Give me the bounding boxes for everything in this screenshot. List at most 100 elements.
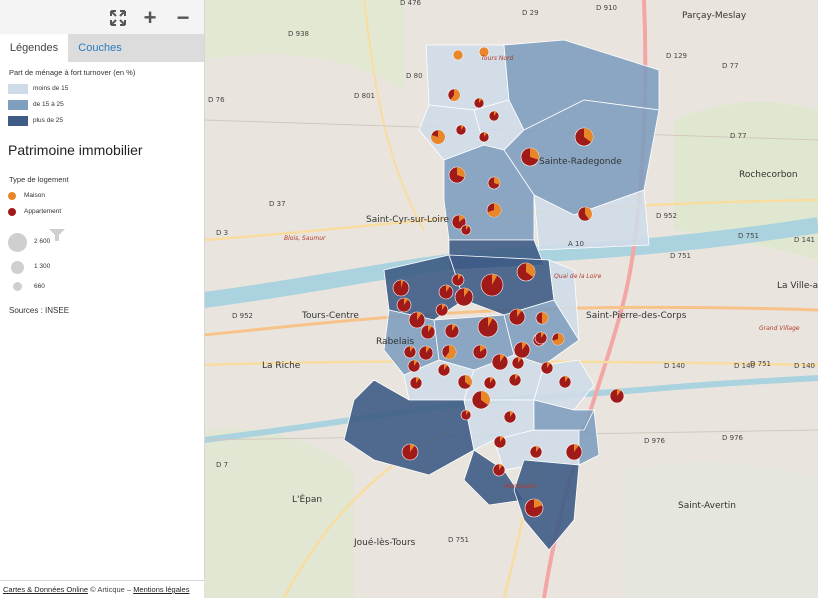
- pie-marker[interactable]: [437, 363, 451, 377]
- pie-marker[interactable]: [438, 284, 454, 300]
- road-label: D 476: [400, 0, 422, 7]
- road-label: D 751: [448, 536, 469, 544]
- place-label: Rochecorbon: [739, 170, 798, 180]
- tab-legendes[interactable]: Légendes: [0, 34, 68, 62]
- pie-marker[interactable]: [396, 297, 412, 313]
- place-label: La Riche: [262, 361, 301, 371]
- place-label: Tours-Centre: [301, 311, 359, 321]
- pie-marker[interactable]: [407, 359, 421, 373]
- pie-marker[interactable]: [420, 324, 436, 340]
- pie-marker[interactable]: [487, 176, 501, 190]
- pie-marker[interactable]: [471, 390, 491, 410]
- pie-marker[interactable]: [409, 376, 423, 390]
- size-circle-small: [13, 282, 22, 291]
- place-label: Sainte-Radegonde: [539, 157, 622, 167]
- pie-marker[interactable]: [418, 345, 434, 361]
- size-circle-medium: [11, 261, 24, 274]
- tab-couches[interactable]: Couches: [68, 34, 132, 62]
- pie-marker[interactable]: [609, 388, 625, 404]
- pie-marker[interactable]: [488, 110, 500, 122]
- place-label: Saint-Pierre-des-Corps: [586, 311, 687, 321]
- pie-marker[interactable]: [520, 147, 540, 167]
- map-canvas[interactable]: Parçay-Meslay Rochecorbon Saint-Cyr-sur-Lo…: [204, 0, 818, 598]
- place-label: L'Épan: [292, 493, 322, 505]
- pie-marker[interactable]: [516, 262, 536, 282]
- pie-marker[interactable]: [473, 97, 485, 109]
- pie-marker[interactable]: [529, 445, 543, 459]
- pie-marker[interactable]: [508, 308, 526, 326]
- pie-marker[interactable]: [455, 124, 467, 136]
- size-circle-large: [8, 233, 27, 252]
- pie-marker[interactable]: [435, 303, 449, 317]
- pie-marker[interactable]: [451, 273, 465, 287]
- pie-marker[interactable]: [430, 129, 446, 145]
- pie-marker[interactable]: [508, 373, 522, 387]
- pie-marker[interactable]: [460, 224, 472, 236]
- pie-marker[interactable]: [480, 273, 504, 297]
- pie-marker[interactable]: [447, 88, 461, 102]
- mentions-link[interactable]: Mentions légales: [133, 585, 189, 594]
- pie-marker[interactable]: [491, 353, 509, 371]
- road-label: D 140: [794, 362, 815, 370]
- pie-marker[interactable]: [558, 375, 572, 389]
- road-label: D 952: [232, 312, 253, 320]
- road-label: D 77: [722, 62, 739, 70]
- legend-panel: + − Légendes Couches Part de ménage à fo…: [0, 0, 205, 580]
- road-label: D 77: [730, 132, 747, 140]
- swatch-high: [8, 116, 28, 126]
- pie-marker[interactable]: [535, 311, 549, 325]
- fullscreen-button[interactable]: [108, 8, 128, 28]
- pie-marker[interactable]: [452, 49, 464, 61]
- road-label: D 140: [664, 362, 685, 370]
- pie-marker[interactable]: [454, 287, 474, 307]
- class-label-low: moins de 15: [33, 85, 69, 92]
- pie-marker[interactable]: [444, 323, 460, 339]
- pie-marker[interactable]: [392, 279, 410, 297]
- pie-marker[interactable]: [524, 498, 544, 518]
- pie-marker[interactable]: [457, 374, 473, 390]
- pie-marker[interactable]: [493, 435, 507, 449]
- zoom-out-button[interactable]: −: [173, 7, 193, 29]
- pie-marker[interactable]: [403, 345, 417, 359]
- pie-marker[interactable]: [503, 410, 517, 424]
- map-svg[interactable]: Parçay-Meslay Rochecorbon Saint-Cyr-sur-Lo…: [204, 0, 818, 598]
- pie-marker[interactable]: [577, 206, 593, 222]
- pie-marker[interactable]: [513, 341, 531, 359]
- road-label: D 751: [670, 252, 691, 260]
- housing-type-title: Type de logement: [9, 175, 69, 184]
- place-label: Joué-lès-Tours: [353, 537, 416, 548]
- maison-dot: [8, 192, 16, 200]
- sources-text: Sources : INSEE: [9, 306, 70, 315]
- road-label: D 801: [354, 92, 375, 100]
- pie-marker[interactable]: [551, 332, 565, 346]
- pie-marker[interactable]: [478, 131, 490, 143]
- cartes-link[interactable]: Cartes & Données Online: [3, 585, 88, 594]
- pie-marker[interactable]: [448, 166, 466, 184]
- pie-marker[interactable]: [486, 202, 502, 218]
- size-label-large: 2 600: [34, 238, 51, 245]
- road-label: D 37: [269, 200, 286, 208]
- place-label: Parçay-Meslay: [682, 11, 747, 21]
- pie-marker[interactable]: [408, 311, 426, 329]
- turnover-legend-title: Part de ménage à fort turnover (en %): [9, 68, 136, 77]
- pie-marker[interactable]: [511, 356, 525, 370]
- road-label: D 141: [794, 236, 815, 244]
- pie-marker[interactable]: [477, 316, 499, 338]
- pie-marker[interactable]: [441, 344, 457, 360]
- zoom-in-button[interactable]: +: [140, 7, 160, 29]
- road-label: D 976: [644, 437, 666, 445]
- pie-marker[interactable]: [565, 443, 583, 461]
- road-label: D 976: [722, 434, 744, 442]
- pie-marker[interactable]: [472, 344, 488, 360]
- pie-appartement-slice: [452, 49, 464, 61]
- pie-marker[interactable]: [574, 127, 594, 147]
- pie-marker[interactable]: [492, 463, 506, 477]
- pie-marker[interactable]: [483, 376, 497, 390]
- pie-marker[interactable]: [534, 331, 548, 345]
- place-label: La Ville-aux-Dames: [777, 281, 818, 291]
- pie-marker[interactable]: [401, 443, 419, 461]
- map-toolbar: + −: [0, 0, 204, 34]
- pie-marker[interactable]: [460, 409, 472, 421]
- pie-marker[interactable]: [540, 361, 554, 375]
- place-label: Blois, Saumur: [284, 235, 326, 242]
